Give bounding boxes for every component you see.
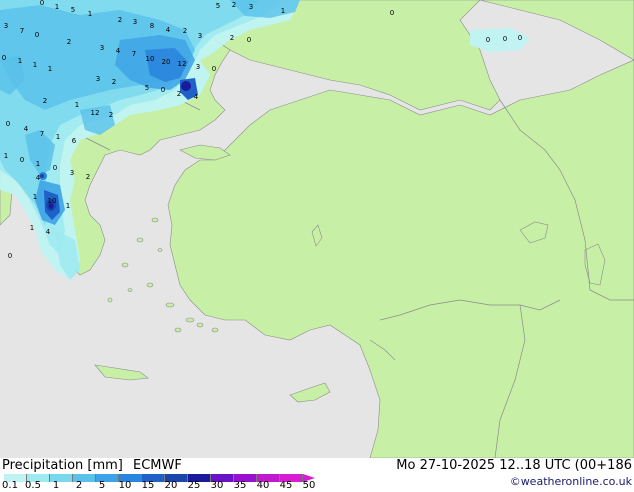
- precip-value: 4: [116, 47, 121, 55]
- precip-value: 3: [100, 44, 104, 52]
- precip-value: 0: [486, 36, 490, 44]
- precip-value: 2: [177, 90, 181, 98]
- precip-value: 3: [4, 22, 8, 30]
- precip-value: 1: [55, 3, 59, 11]
- precip-value: 0: [161, 86, 165, 94]
- credit-link[interactable]: ©weatheronline.co.uk: [510, 475, 632, 488]
- precip-value: 0: [8, 252, 12, 260]
- precip-value: 20: [162, 58, 171, 66]
- precip-value: 1: [36, 160, 40, 168]
- precip-value: 2: [86, 173, 90, 181]
- precip-value: 2: [118, 16, 122, 24]
- legend-tick-label: 10: [118, 480, 132, 491]
- precip-value: 2: [43, 97, 47, 105]
- legend-tick-label: 40: [256, 480, 270, 491]
- precip-value: 1: [48, 65, 52, 73]
- precip-value: 1: [66, 202, 70, 210]
- precip-value: 3: [133, 18, 137, 26]
- precip-value: 1: [56, 133, 60, 141]
- legend-tick-label: 35: [233, 480, 247, 491]
- precip-value: 2: [67, 38, 71, 46]
- precip-value: 8: [150, 22, 154, 30]
- legend-tick-label: 0.5: [25, 480, 41, 491]
- legend-tick-label: 20: [164, 480, 178, 491]
- precip-value: 4: [46, 228, 51, 236]
- precip-value: 1: [4, 152, 8, 160]
- precip-value: 6: [72, 137, 77, 145]
- precip-value: 4: [36, 174, 41, 182]
- precip-value: 12: [178, 60, 187, 68]
- precip-value: 3: [96, 75, 100, 83]
- precip-value: 0: [247, 36, 251, 44]
- precip-value: 0: [20, 156, 24, 164]
- precip-value: 3: [249, 3, 253, 11]
- precip-value: 10: [48, 197, 57, 205]
- precip-value: 2: [183, 27, 187, 35]
- precip-value: 5: [216, 2, 220, 10]
- precip-value: 2: [109, 111, 113, 119]
- precip-value: 3: [196, 63, 200, 71]
- precip-value: 0: [6, 120, 10, 128]
- precip-value: 0: [35, 31, 39, 39]
- precip-value: 10: [146, 55, 155, 63]
- precip-value: 0: [2, 54, 6, 62]
- precip-value: 1: [75, 101, 79, 109]
- precip-value: 12: [91, 109, 100, 117]
- precip-value: 5: [71, 6, 75, 14]
- precip-value: 0: [40, 0, 44, 7]
- precip-value: 1: [33, 193, 37, 201]
- legend-tick-label: 2: [75, 480, 83, 491]
- precip-value: 1: [33, 61, 37, 69]
- legend-tick-label: 50: [302, 480, 316, 491]
- legend-ticks: 0.1 0.5 1 2 5 10 15 20 25 30 35 40 45 50: [0, 480, 340, 492]
- precip-value: 4: [166, 26, 171, 34]
- map-title: Precipitation [mm]: [2, 458, 123, 473]
- precip-value: 3: [70, 169, 74, 177]
- precip-value: 7: [40, 130, 44, 138]
- precip-value: 1: [88, 10, 92, 18]
- legend-tick-label: 45: [279, 480, 293, 491]
- legend-tick-label: 30: [210, 480, 224, 491]
- precip-value: 4: [24, 125, 29, 133]
- precip-value: 1: [18, 57, 22, 65]
- precip-value: 7: [132, 50, 136, 58]
- precip-value: 1: [281, 7, 285, 15]
- legend-tick-label: 15: [141, 480, 155, 491]
- precip-value: 0: [503, 35, 507, 43]
- precip-value: 5: [145, 84, 149, 92]
- legend-tick-label: 5: [98, 480, 106, 491]
- run-info: Mo 27-10-2025 12..18 UTC (00+186: [396, 458, 632, 473]
- model-name: ECMWF: [133, 458, 182, 473]
- legend-tick-label: 0.1: [2, 480, 18, 491]
- legend-tick-label: 1: [52, 480, 60, 491]
- precip-value: 7: [20, 27, 24, 35]
- precip-value: 2: [232, 1, 236, 9]
- legend-tick-label: 25: [187, 480, 201, 491]
- precip-value: 0: [518, 34, 522, 42]
- precip-value: 3: [198, 32, 202, 40]
- precip-value: 2: [230, 34, 234, 42]
- precip-value: 0: [53, 164, 57, 172]
- weather-map: 0 1 5 1 2 3 8 4 2 5 2 3 1 3 7 0 2 3 4 7 …: [0, 0, 634, 458]
- precip-value: 0: [212, 65, 216, 73]
- precip-value: 4: [194, 93, 199, 101]
- precip-value: 1: [30, 224, 34, 232]
- precip-value: 0: [390, 9, 394, 17]
- precip-value: 2: [112, 78, 116, 86]
- map-footer: Precipitation [mm] ECMWF Mo 27-10-2025 1…: [0, 458, 634, 492]
